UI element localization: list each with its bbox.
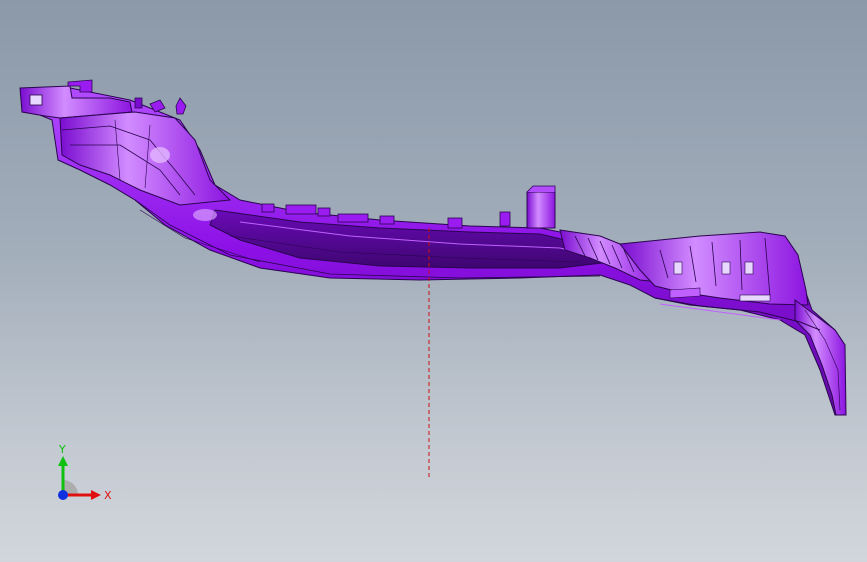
x-axis-label: X — [104, 489, 112, 502]
coordinate-triad: Y X — [58, 443, 112, 502]
graphics-viewport[interactable]: Y X — [0, 0, 867, 562]
y-axis-arrowhead — [58, 456, 68, 466]
cad-model-view[interactable] — [0, 0, 867, 562]
z-axis-dot — [58, 490, 68, 500]
left-bracket[interactable] — [19, 79, 133, 119]
upright-boss[interactable] — [526, 185, 556, 229]
y-axis-label: Y — [58, 443, 66, 456]
x-axis-arrowhead — [91, 490, 101, 500]
left-channel[interactable] — [59, 111, 232, 206]
